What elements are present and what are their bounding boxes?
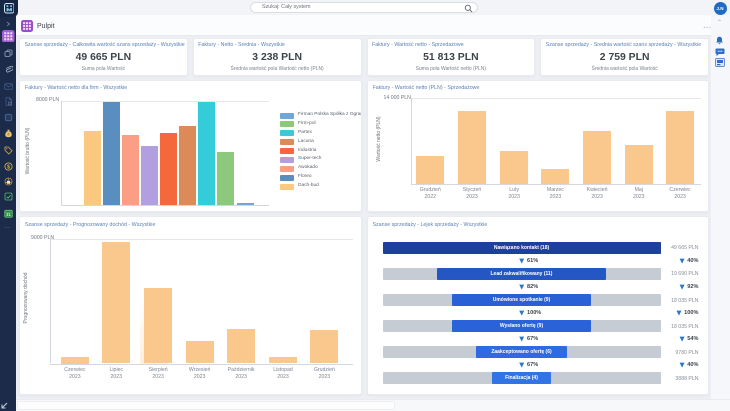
- svg-text:$: $: [7, 164, 10, 170]
- svg-text:31: 31: [6, 212, 11, 217]
